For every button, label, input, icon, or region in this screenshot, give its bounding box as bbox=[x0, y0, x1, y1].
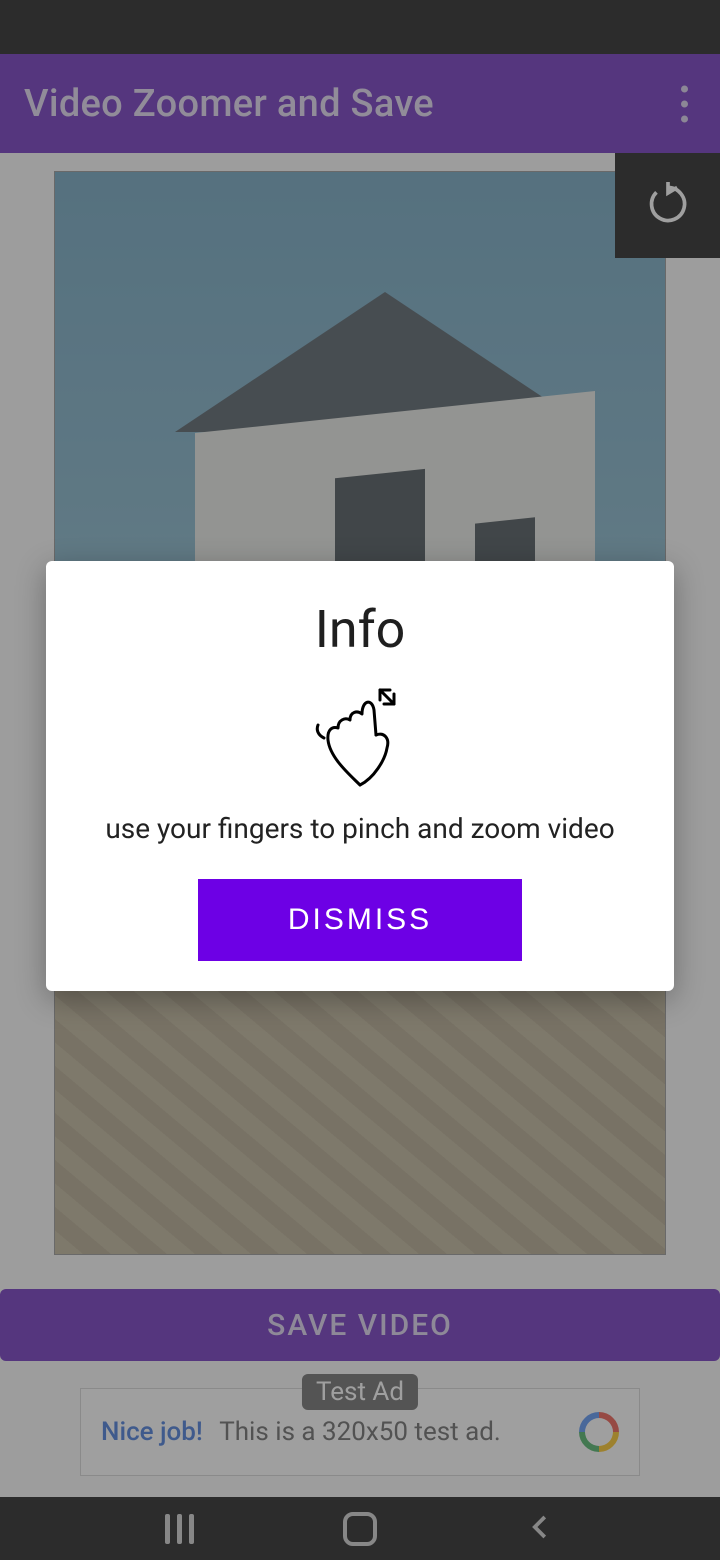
dialog-message: use your fingers to pinch and zoom video bbox=[105, 812, 614, 845]
dialog-title: Info bbox=[315, 599, 406, 660]
pinch-zoom-icon bbox=[310, 680, 410, 794]
dismiss-button-label: DISMISS bbox=[288, 903, 432, 936]
dismiss-button[interactable]: DISMISS bbox=[198, 879, 522, 961]
info-dialog: Info use your fingers to pinch and zoom … bbox=[46, 561, 674, 991]
